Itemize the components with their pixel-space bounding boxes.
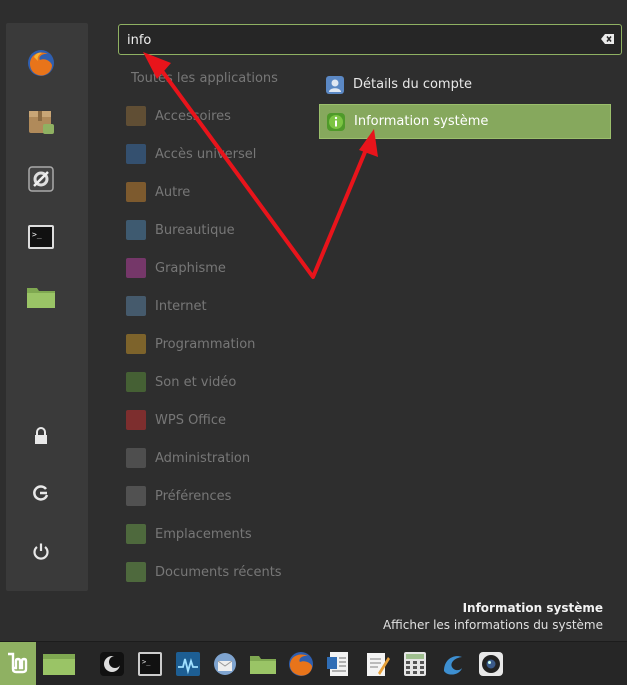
power-icon bbox=[33, 543, 49, 560]
category-item[interactable]: Graphisme bbox=[124, 255, 314, 281]
lock-icon bbox=[35, 427, 47, 444]
category-label: Internet bbox=[155, 298, 207, 314]
logout-icon bbox=[33, 485, 49, 501]
result-account-details[interactable]: Détails du compte bbox=[319, 67, 611, 102]
taskbar-mail-client[interactable] bbox=[211, 650, 239, 678]
taskbar-calculator[interactable] bbox=[401, 650, 429, 678]
show-desktop-button[interactable] bbox=[42, 650, 76, 678]
category-item[interactable]: Accès universel bbox=[124, 141, 314, 167]
category-icon bbox=[126, 334, 146, 354]
terminal-favorite-button[interactable]: >_ bbox=[25, 221, 57, 253]
category-icon bbox=[126, 258, 146, 278]
category-item[interactable]: Administration bbox=[124, 445, 314, 471]
text-editor-icon bbox=[367, 653, 390, 676]
moon-icon bbox=[100, 652, 124, 676]
svg-text:>_: >_ bbox=[142, 658, 151, 666]
category-icon bbox=[126, 524, 146, 544]
settings-icon bbox=[28, 166, 54, 192]
category-icon bbox=[126, 182, 146, 202]
category-item[interactable]: Internet bbox=[124, 293, 314, 319]
package-icon bbox=[29, 111, 54, 134]
start-menu-button[interactable] bbox=[0, 642, 36, 685]
taskbar-text-editor[interactable] bbox=[363, 650, 391, 678]
category-label: Bureautique bbox=[155, 222, 235, 238]
lock-screen-button[interactable] bbox=[25, 420, 57, 452]
search-input[interactable] bbox=[127, 30, 587, 50]
category-label: Préférences bbox=[155, 488, 232, 504]
category-icon bbox=[126, 106, 146, 126]
user-account-icon bbox=[326, 75, 344, 94]
category-item[interactable]: Bureautique bbox=[124, 217, 314, 243]
category-icon bbox=[126, 410, 146, 430]
category-item[interactable]: Documents récents bbox=[124, 559, 314, 585]
files-favorite-button[interactable] bbox=[25, 280, 57, 312]
category-item[interactable]: Son et vidéo bbox=[124, 369, 314, 395]
taskbar-terminal[interactable]: >_ bbox=[136, 650, 164, 678]
shutdown-button[interactable] bbox=[25, 535, 57, 567]
category-item[interactable]: Autre bbox=[124, 179, 314, 205]
software-manager-favorite-button[interactable] bbox=[25, 105, 57, 137]
category-label: Programmation bbox=[155, 336, 256, 352]
category-item[interactable]: Programmation bbox=[124, 331, 314, 357]
category-label: Administration bbox=[155, 450, 251, 466]
firefox-favorite-button[interactable] bbox=[25, 47, 57, 79]
category-label: Autre bbox=[155, 184, 191, 200]
application-menu: >_ Toutes les applicati bbox=[0, 0, 627, 641]
firefox-icon bbox=[289, 652, 313, 676]
category-icon bbox=[126, 144, 146, 164]
camera-icon bbox=[479, 652, 503, 676]
system-monitor-icon bbox=[176, 652, 200, 676]
category-icon bbox=[126, 562, 146, 582]
firefox-icon bbox=[28, 50, 54, 76]
category-label: WPS Office bbox=[155, 412, 227, 428]
category-item[interactable]: Accessoires bbox=[124, 103, 314, 129]
category-icon bbox=[126, 486, 146, 506]
taskbar-screenshot-tool[interactable] bbox=[439, 650, 467, 678]
category-icon bbox=[126, 372, 146, 392]
system-settings-favorite-button[interactable] bbox=[25, 163, 57, 195]
info-icon bbox=[327, 112, 345, 131]
clear-search-icon[interactable] bbox=[601, 33, 615, 45]
category-label: Accès universel bbox=[155, 146, 257, 162]
category-label: Accessoires bbox=[155, 108, 231, 124]
document-icon bbox=[327, 652, 348, 676]
taskbar-theme-app[interactable] bbox=[98, 650, 126, 678]
terminal-icon: >_ bbox=[28, 225, 54, 249]
result-label: Détails du compte bbox=[353, 77, 472, 92]
result-label: Information système bbox=[354, 114, 489, 129]
thunderbird-icon bbox=[214, 653, 236, 675]
taskbar-system-monitor[interactable] bbox=[174, 650, 202, 678]
taskbar: >_ bbox=[0, 641, 627, 685]
swirl-app-icon bbox=[444, 656, 462, 675]
logout-button[interactable] bbox=[25, 477, 57, 509]
category-label: Documents récents bbox=[155, 564, 282, 580]
category-icon bbox=[126, 220, 146, 240]
category-icon bbox=[126, 296, 146, 316]
category-label: Emplacements bbox=[155, 526, 252, 542]
folder-icon bbox=[27, 288, 55, 308]
category-all-applications[interactable]: Toutes les applications bbox=[131, 71, 278, 86]
taskbar-webcam-app[interactable] bbox=[477, 650, 505, 678]
taskbar-document-viewer[interactable] bbox=[325, 650, 353, 678]
mint-logo-icon bbox=[8, 652, 28, 674]
desktop-icon bbox=[43, 654, 75, 675]
category-item[interactable]: Préférences bbox=[124, 483, 314, 509]
category-item[interactable]: Emplacements bbox=[124, 521, 314, 547]
selected-app-description: Afficher les informations du système bbox=[382, 618, 603, 632]
calculator-icon bbox=[404, 652, 426, 676]
search-box bbox=[118, 24, 622, 55]
category-label: Graphisme bbox=[155, 260, 226, 276]
selected-app-title: Information système bbox=[462, 601, 603, 615]
result-system-information[interactable]: Information système bbox=[319, 104, 611, 139]
terminal-icon: >_ bbox=[138, 652, 162, 676]
svg-text:>_: >_ bbox=[32, 230, 42, 239]
category-icon bbox=[126, 448, 146, 468]
taskbar-firefox[interactable] bbox=[287, 650, 315, 678]
folder-icon bbox=[250, 656, 276, 674]
category-label: Son et vidéo bbox=[155, 374, 237, 390]
taskbar-files[interactable] bbox=[249, 650, 277, 678]
category-item[interactable]: WPS Office bbox=[124, 407, 314, 433]
